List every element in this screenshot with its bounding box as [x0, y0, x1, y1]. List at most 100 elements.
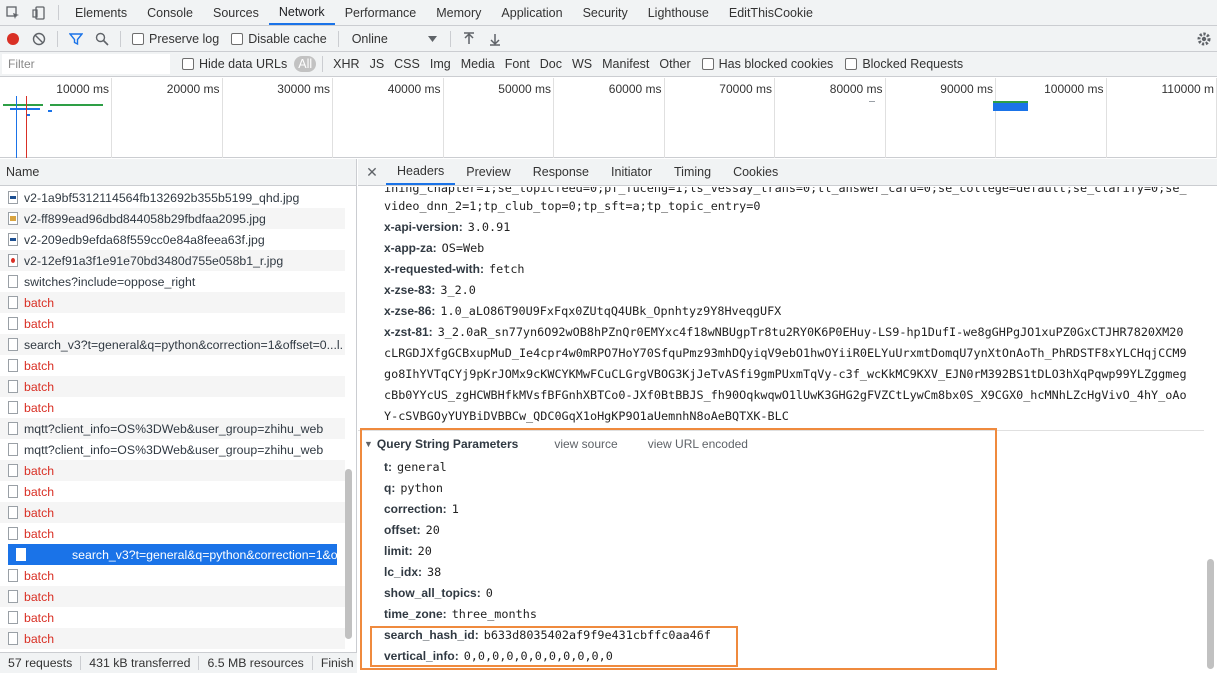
query-param-row: show_all_topics: 0 — [358, 582, 1204, 603]
tab-sources[interactable]: Sources — [203, 0, 269, 25]
filter-funnel-icon[interactable] — [63, 26, 89, 52]
request-row[interactable]: mqtt?client_info=OS%3DWeb&user_group=zhi… — [0, 418, 345, 439]
search-icon[interactable] — [89, 26, 115, 52]
filter-input[interactable]: Filter — [2, 54, 170, 74]
overview-bar — [3, 104, 43, 106]
filter-type-doc[interactable]: Doc — [536, 56, 566, 72]
header-value: 3_2.0 — [440, 282, 476, 297]
request-row[interactable]: batch — [0, 565, 345, 586]
query-param-row: correction: 1 — [358, 498, 1204, 519]
clear-icon[interactable] — [26, 26, 52, 52]
import-har-icon[interactable] — [456, 26, 482, 52]
request-row[interactable]: batch — [0, 313, 345, 334]
request-row[interactable]: search_v3?t=general&q=python&correction=… — [8, 544, 337, 565]
tab-editthiscookie[interactable]: EditThisCookie — [719, 0, 823, 25]
checkbox-box[interactable] — [182, 58, 194, 70]
document-file-icon — [8, 569, 18, 582]
name-column-header[interactable]: Name — [0, 159, 356, 186]
close-detail-icon[interactable]: ✕ — [358, 159, 386, 185]
request-row[interactable]: batch — [0, 502, 345, 523]
request-row[interactable]: v2-209edb9efda68f559cc0e84a8feea63f.jpg — [0, 229, 345, 250]
tab-performance[interactable]: Performance — [335, 0, 427, 25]
tab-lighthouse[interactable]: Lighthouse — [638, 0, 719, 25]
toolbar-separator — [120, 30, 121, 47]
overview-bar — [869, 101, 875, 102]
blocked-requests-checkbox[interactable]: Blocked Requests — [845, 57, 963, 71]
request-row[interactable]: v2-1a9bf5312114564fb132692b355b5199_qhd.… — [0, 187, 345, 208]
tab-elements[interactable]: Elements — [65, 0, 137, 25]
disable-cache-checkbox[interactable]: Disable cache — [231, 32, 327, 46]
header-key: x-zse-83: — [384, 282, 436, 297]
header-value-wrap: go8IhYVTqCYj9pKrJOMx9cKWCYKMwFCuCLGrgVBO… — [384, 366, 1187, 381]
checkbox-box[interactable] — [231, 32, 244, 45]
document-file-icon — [8, 443, 18, 456]
detail-tab-timing[interactable]: Timing — [663, 159, 722, 185]
request-row[interactable]: search_v3?t=general&q=python&correction=… — [0, 334, 345, 355]
tab-console[interactable]: Console — [137, 0, 203, 25]
request-row[interactable]: batch — [0, 355, 345, 376]
request-row[interactable]: switches?include=oppose_right — [0, 271, 345, 292]
query-string-section-header[interactable]: ▼ Query String Parameters view source vi… — [358, 430, 1204, 456]
detail-tab-response[interactable]: Response — [522, 159, 600, 185]
tab-security[interactable]: Security — [573, 0, 638, 25]
request-row[interactable]: batch — [0, 628, 345, 649]
request-row[interactable]: batch — [0, 523, 345, 544]
tab-memory[interactable]: Memory — [426, 0, 491, 25]
detail-tab-headers[interactable]: Headers — [386, 159, 456, 185]
detail-tab-preview[interactable]: Preview — [455, 159, 521, 185]
query-param-row: limit: 20 — [358, 540, 1204, 561]
request-row[interactable]: batch — [0, 397, 345, 418]
hide-data-urls-checkbox[interactable]: Hide data URLs — [182, 57, 287, 71]
preserve-log-checkbox[interactable]: Preserve log — [132, 32, 219, 46]
param-key: limit: — [384, 543, 413, 558]
request-row[interactable]: batch — [0, 607, 345, 628]
inspect-element-icon[interactable] — [0, 0, 26, 25]
request-row[interactable]: batch — [0, 292, 345, 313]
filter-separator — [322, 56, 324, 72]
section-title: Query String Parameters — [376, 436, 519, 451]
checkbox-box[interactable] — [701, 58, 714, 70]
network-settings-gear-icon[interactable] — [1191, 26, 1217, 52]
header-key: x-zst-81: — [384, 324, 433, 339]
request-row[interactable]: batch — [0, 586, 345, 607]
filter-type-ws[interactable]: WS — [568, 56, 596, 72]
detail-tab-initiator[interactable]: Initiator — [600, 159, 663, 185]
detail-tab-cookies[interactable]: Cookies — [722, 159, 789, 185]
request-list-scrollbar[interactable] — [345, 469, 352, 639]
checkbox-box[interactable] — [845, 58, 858, 70]
filter-type-js[interactable]: JS — [366, 56, 389, 72]
device-toolbar-icon[interactable] — [26, 0, 52, 25]
view-source-link[interactable]: view source — [554, 437, 617, 451]
request-row[interactable]: batch — [0, 376, 345, 397]
document-file-icon — [8, 590, 18, 603]
request-row[interactable]: batch — [0, 481, 345, 502]
has-blocked-cookies-checkbox[interactable]: Has blocked cookies — [701, 57, 833, 71]
export-har-icon[interactable] — [482, 26, 508, 52]
param-value: 0 — [485, 585, 493, 600]
tab-application[interactable]: Application — [491, 0, 572, 25]
tab-network[interactable]: Network — [268, 0, 335, 25]
filter-type-all[interactable]: All — [294, 56, 317, 72]
filter-type-other[interactable]: Other — [655, 56, 694, 72]
detail-scrollbar[interactable] — [1207, 559, 1214, 669]
view-url-encoded-link[interactable]: view URL encoded — [648, 437, 748, 451]
filter-type-xhr[interactable]: XHR — [329, 56, 363, 72]
throttling-select[interactable]: Online — [352, 32, 437, 46]
request-row[interactable]: batch — [0, 460, 345, 481]
image-file-icon — [8, 233, 18, 246]
record-icon[interactable] — [0, 26, 26, 52]
filter-type-media[interactable]: Media — [457, 56, 499, 72]
filter-type-font[interactable]: Font — [501, 56, 534, 72]
request-row[interactable]: v2-12ef91a3f1e91e70bd3480d755e058b1_r.jp… — [0, 250, 345, 271]
header-key: x-api-version: — [384, 219, 463, 234]
filter-type-css[interactable]: CSS — [390, 56, 424, 72]
param-key: show_all_topics: — [384, 585, 481, 600]
filter-type-img[interactable]: Img — [426, 56, 455, 72]
request-row[interactable]: mqtt?client_info=OS%3DWeb&user_group=zhi… — [0, 439, 345, 460]
filter-type-manifest[interactable]: Manifest — [598, 56, 653, 72]
document-file-icon — [8, 380, 18, 393]
request-row[interactable]: v2-ff899ead96dbd844058b29fbdfaa2095.jpg — [0, 208, 345, 229]
load-event-line — [26, 96, 27, 158]
checkbox-box[interactable] — [132, 32, 144, 45]
network-overview-timeline[interactable]: 10000 ms 20000 ms 30000 ms 40000 ms 50000 ms… — [0, 78, 1217, 158]
